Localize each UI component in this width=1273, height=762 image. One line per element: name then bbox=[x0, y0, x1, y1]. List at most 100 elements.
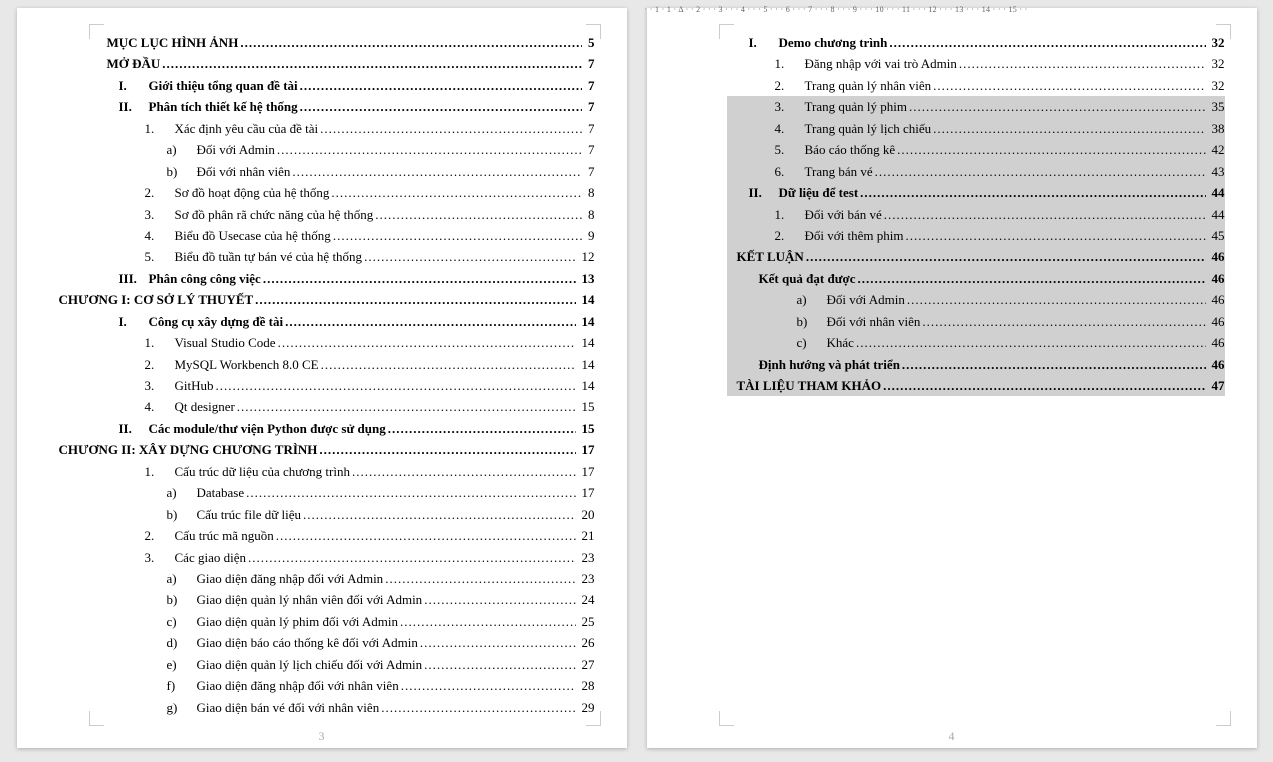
toc-marker: a) bbox=[797, 289, 827, 310]
toc-entry[interactable]: e)Giao diện quản lý lịch chiếu đối với A… bbox=[97, 654, 595, 675]
toc-entry[interactable]: 4.Qt designer15 bbox=[97, 396, 595, 417]
toc-leader-dots bbox=[375, 204, 582, 225]
toc-entry[interactable]: c)Khác46 bbox=[727, 332, 1225, 353]
toc-leader-dots bbox=[333, 225, 582, 246]
toc-label: CHƯƠNG II: XÂY DỰNG CHƯƠNG TRÌNH bbox=[59, 439, 318, 460]
toc-entry[interactable]: I.Demo chương trình32 bbox=[727, 32, 1225, 53]
toc-entry[interactable]: 1.Xác định yêu cầu của đề tài7 bbox=[97, 118, 595, 139]
toc-label: Cấu trúc file dữ liệu bbox=[197, 504, 302, 525]
toc-entry[interactable]: c)Giao diện quản lý phim đối với Admin25 bbox=[97, 611, 595, 632]
toc-entry[interactable]: 2.Cấu trúc mã nguồn21 bbox=[97, 525, 595, 546]
toc-entry[interactable]: CHƯƠNG II: XÂY DỰNG CHƯƠNG TRÌNH17 bbox=[49, 439, 595, 460]
margin-corner bbox=[586, 24, 601, 39]
toc-entry[interactable]: b)Đối với nhân viên7 bbox=[97, 161, 595, 182]
toc-entry[interactable]: 3.GitHub 14 bbox=[97, 375, 595, 396]
toc-label: Giới thiệu tổng quan đề tài bbox=[149, 75, 298, 96]
toc-entry[interactable]: a)Giao diện đăng nhập đối với Admin23 bbox=[97, 568, 595, 589]
toc-entry[interactable]: b)Cấu trúc file dữ liệu20 bbox=[97, 504, 595, 525]
toc-entry[interactable]: 1.Visual Studio Code14 bbox=[97, 332, 595, 353]
toc-page-number: 46 bbox=[1208, 311, 1225, 332]
toc-right: I.Demo chương trình321.Đăng nhập với vai… bbox=[727, 32, 1225, 396]
page-right: · · 1 · 1 · Δ · · 2 · · · 3 · · · 4 · · … bbox=[647, 8, 1257, 748]
toc-leader-dots bbox=[388, 418, 576, 439]
toc-marker: c) bbox=[797, 332, 827, 353]
page-left: MỤC LỤC HÌNH ẢNH5MỞ ĐẦU7I.Giới thiệu tổn… bbox=[17, 8, 627, 748]
toc-entry[interactable]: 2.Trang quản lý nhân viên32 bbox=[727, 75, 1225, 96]
toc-marker: g) bbox=[167, 697, 197, 718]
toc-entry[interactable]: 3.Sơ đồ phân rã chức năng của hệ thống8 bbox=[97, 204, 595, 225]
toc-leader-dots bbox=[922, 311, 1205, 332]
toc-entry[interactable]: b)Đối với nhân viên46 bbox=[727, 311, 1225, 332]
toc-page-number: 28 bbox=[578, 675, 595, 696]
toc-label: MỞ ĐẦU bbox=[107, 53, 161, 74]
toc-leader-dots bbox=[933, 75, 1205, 96]
toc-entry[interactable]: 5.Biểu đồ tuần tự bán vé của hệ thống12 bbox=[97, 246, 595, 267]
toc-marker: 2. bbox=[145, 182, 175, 203]
toc-marker: 4. bbox=[775, 118, 805, 139]
toc-label: Định hướng và phát triển bbox=[759, 354, 900, 375]
toc-entry[interactable]: II.Phân tích thiết kế hệ thống7 bbox=[97, 96, 595, 117]
toc-page-number: 14 bbox=[578, 354, 595, 375]
toc-marker: 2. bbox=[145, 354, 175, 375]
horizontal-ruler[interactable]: · · 1 · 1 · Δ · · 2 · · · 3 · · · 4 · · … bbox=[645, 5, 1257, 21]
toc-marker: 1. bbox=[775, 204, 805, 225]
toc-leader-dots bbox=[278, 332, 576, 353]
toc-entry[interactable]: I.Công cụ xây dựng đề tài 14 bbox=[97, 311, 595, 332]
toc-entry[interactable]: 4.Trang quản lý lịch chiếu38 bbox=[727, 118, 1225, 139]
toc-marker: 3. bbox=[775, 96, 805, 117]
toc-entry[interactable]: 2.Đối với thêm phim45 bbox=[727, 225, 1225, 246]
toc-entry[interactable]: g)Giao diện bán vé đối với nhân viên29 bbox=[97, 697, 595, 718]
toc-page-number: 14 bbox=[578, 375, 595, 396]
toc-label: Giao diện quản lý lịch chiếu đối với Adm… bbox=[197, 654, 423, 675]
toc-page-number: 7 bbox=[584, 96, 595, 117]
page-number-right: 4 bbox=[949, 729, 955, 744]
toc-label: Kết quả đạt được bbox=[759, 268, 856, 289]
toc-entry[interactable]: a)Database17 bbox=[97, 482, 595, 503]
toc-entry[interactable]: 1.Đối với bán vé44 bbox=[727, 204, 1225, 225]
toc-label: Cấu trúc mã nguồn bbox=[175, 525, 274, 546]
toc-entry[interactable]: d)Giao diện báo cáo thống kê đối với Adm… bbox=[97, 632, 595, 653]
toc-entry[interactable]: a)Đối với Admin46 bbox=[727, 289, 1225, 310]
toc-marker: II. bbox=[749, 182, 779, 203]
toc-entry[interactable]: 3.Trang quản lý phim35 bbox=[727, 96, 1225, 117]
toc-entry[interactable]: II.Dữ liệu để test44 bbox=[727, 182, 1225, 203]
toc-marker: 3. bbox=[145, 375, 175, 396]
toc-marker: a) bbox=[167, 482, 197, 503]
toc-entry[interactable]: 2.MySQL Workbench 8.0 CE14 bbox=[97, 354, 595, 375]
toc-leader-dots bbox=[400, 611, 576, 632]
toc-entry[interactable]: I.Giới thiệu tổng quan đề tài7 bbox=[97, 75, 595, 96]
toc-entry[interactable]: 5.Báo cáo thống kê42 bbox=[727, 139, 1225, 160]
toc-page-number: 14 bbox=[578, 311, 595, 332]
toc-entry[interactable]: 1.Đăng nhập với vai trò Admin32 bbox=[727, 53, 1225, 74]
toc-entry[interactable]: TÀI LIỆU THAM KHẢO47 bbox=[727, 375, 1225, 396]
toc-entry[interactable]: 1.Cấu trúc dữ liệu của chương trình17 bbox=[97, 461, 595, 482]
toc-leader-dots bbox=[905, 225, 1205, 246]
toc-label: Công cụ xây dựng đề tài bbox=[149, 311, 284, 332]
toc-label: Demo chương trình bbox=[779, 32, 888, 53]
toc-entry[interactable]: 4.Biểu đồ Usecase của hệ thống9 bbox=[97, 225, 595, 246]
toc-page-number: 23 bbox=[578, 568, 595, 589]
toc-entry[interactable]: MỞ ĐẦU7 bbox=[97, 53, 595, 74]
toc-entry[interactable]: 3.Các giao diện23 bbox=[97, 547, 595, 568]
toc-marker: I. bbox=[119, 311, 149, 332]
toc-entry[interactable]: Kết quả đạt được46 bbox=[727, 268, 1225, 289]
toc-marker: 2. bbox=[775, 225, 805, 246]
toc-label: Báo cáo thống kê bbox=[805, 139, 896, 160]
toc-entry[interactable]: KẾT LUẬN46 bbox=[727, 246, 1225, 267]
toc-entry[interactable]: b)Giao diện quản lý nhân viên đối với Ad… bbox=[97, 589, 595, 610]
toc-leader-dots bbox=[319, 439, 575, 460]
toc-label: Đối với Admin bbox=[827, 289, 905, 310]
toc-entry[interactable]: 2.Sơ đồ hoạt động của hệ thống8 bbox=[97, 182, 595, 203]
toc-label: GitHub bbox=[175, 375, 214, 396]
toc-entry[interactable]: f)Giao diện đăng nhập đối với nhân viên2… bbox=[97, 675, 595, 696]
toc-entry[interactable]: MỤC LỤC HÌNH ẢNH5 bbox=[97, 32, 595, 53]
toc-entry[interactable]: CHƯƠNG I: CƠ SỞ LÝ THUYẾT14 bbox=[49, 289, 595, 310]
toc-label: Giao diện quản lý phim đối với Admin bbox=[197, 611, 399, 632]
toc-entry[interactable]: a)Đối với Admin7 bbox=[97, 139, 595, 160]
toc-page-number: 8 bbox=[584, 182, 595, 203]
toc-page-number: 7 bbox=[584, 139, 595, 160]
toc-entry[interactable]: III.Phân công công việc13 bbox=[97, 268, 595, 289]
toc-entry[interactable]: II.Các module/thư viện Python được sử dụ… bbox=[97, 418, 595, 439]
toc-entry[interactable]: Định hướng và phát triển46 bbox=[727, 354, 1225, 375]
toc-entry[interactable]: 6.Trang bán vé43 bbox=[727, 161, 1225, 182]
